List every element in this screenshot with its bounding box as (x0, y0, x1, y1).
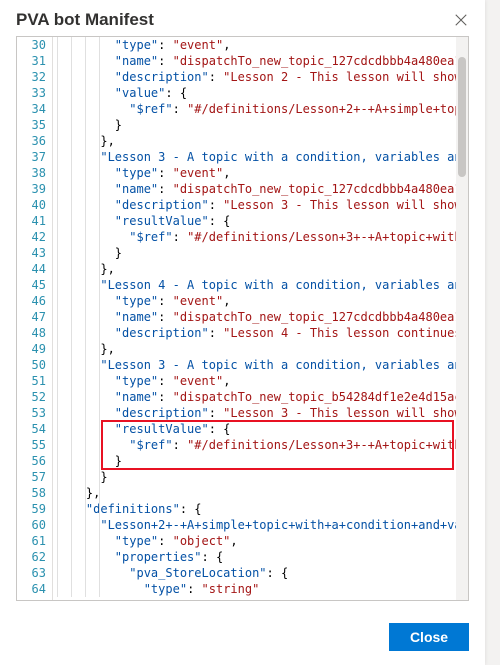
close-button[interactable]: Close (389, 623, 469, 651)
code-lines[interactable]: "type": "event", "name": "dispatchTo_new… (53, 37, 468, 597)
close-icon[interactable] (453, 12, 469, 28)
dialog-title: PVA bot Manifest (16, 10, 154, 30)
vertical-scrollbar[interactable] (456, 37, 468, 600)
line-gutter: 3031323334353637383940414243444546474849… (17, 37, 53, 600)
dialog-footer: Close (0, 611, 485, 665)
code-viewer: 3031323334353637383940414243444546474849… (16, 36, 469, 601)
dialog-header: PVA bot Manifest (0, 0, 485, 36)
manifest-dialog: PVA bot Manifest 30313233343536373839404… (0, 0, 485, 665)
scrollbar-thumb[interactable] (458, 57, 466, 177)
